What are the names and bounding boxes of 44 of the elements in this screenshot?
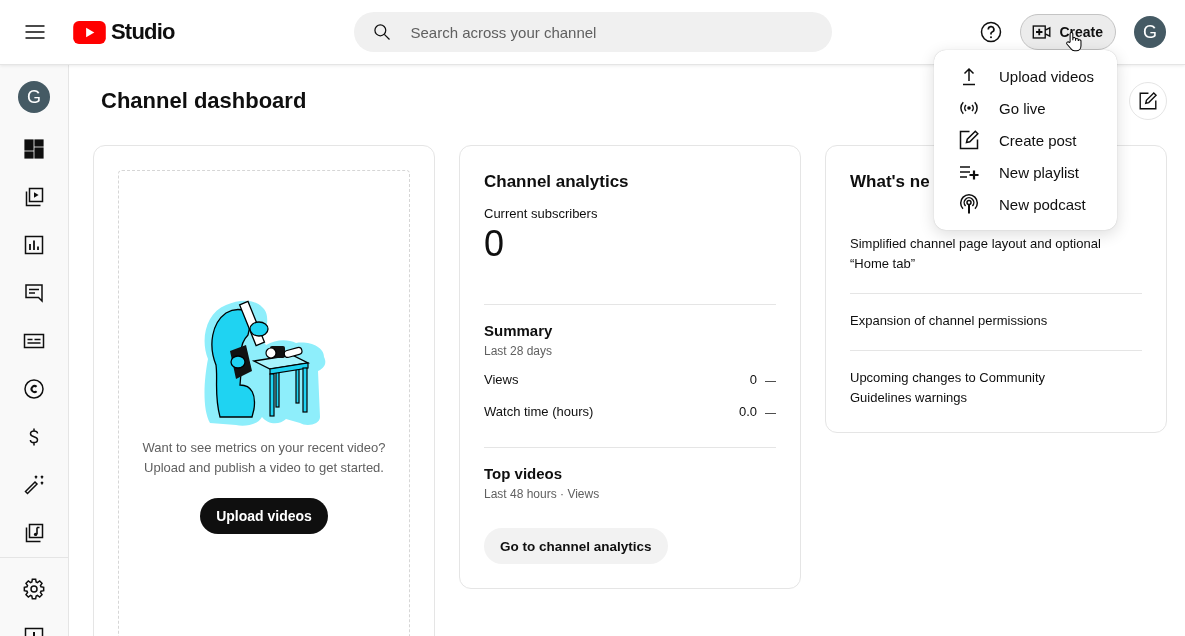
copyright-icon[interactable] (22, 377, 46, 401)
card-title: What's ne (850, 171, 930, 193)
subscriber-count: 0 (484, 224, 505, 264)
metric-trend: — (765, 373, 776, 388)
page-title: Channel dashboard (101, 88, 307, 114)
logo-text[interactable]: Studio (111, 18, 175, 46)
create-button[interactable]: Create (1020, 14, 1116, 50)
menu-item[interactable]: Upload videos (934, 60, 1117, 92)
metric-label: Watch time (hours) (484, 403, 594, 421)
menu-item[interactable]: Go live (934, 92, 1117, 124)
menu-item[interactable]: New podcast (934, 188, 1117, 220)
section-period: Last 28 days (484, 343, 553, 360)
dashboard-icon[interactable] (22, 137, 46, 161)
settings-icon[interactable] (22, 577, 46, 601)
news-item-link[interactable]: Expansion of channel permissions (850, 311, 1105, 331)
play-logo-icon[interactable] (73, 20, 106, 44)
section-period: Last 48 hours · Views (484, 486, 600, 503)
metric-label: Views (484, 371, 519, 389)
help-icon[interactable] (979, 20, 1004, 44)
metric-value: 0 (749, 371, 757, 389)
section-title: Summary (484, 321, 553, 341)
podcast-icon (957, 192, 981, 216)
search-field[interactable]: Search across your channel (353, 12, 832, 52)
section-title: Top videos (484, 464, 563, 484)
channel-avatar[interactable]: G (18, 81, 50, 113)
subscribers-label: Current subscribers (484, 205, 598, 223)
edit-button[interactable] (1129, 82, 1167, 120)
menu-item[interactable]: Create post (934, 124, 1117, 156)
search-icon (371, 22, 392, 42)
menu-item[interactable]: New playlist (934, 156, 1117, 188)
pencil-square-icon (957, 128, 981, 152)
empty-state-message: Want to see metrics on your recent video? Upload and publish a video to get started. (142, 439, 386, 477)
metric-value: 0.0 (738, 403, 757, 421)
comment-icon[interactable] (22, 281, 46, 305)
news-item-link[interactable]: Simplified channel page layout and optional “Home tab” (850, 234, 1105, 274)
metric-trend: — (765, 405, 776, 420)
bar-chart-icon[interactable] (22, 233, 46, 257)
analytics-button[interactable]: Go to channel analytics (484, 528, 668, 564)
pencil-square-icon (1137, 90, 1159, 112)
account-avatar[interactable]: G (1134, 16, 1166, 48)
magic-wand-icon[interactable] (22, 473, 46, 497)
news-item-link[interactable]: Upcoming changes to Community Guidelines warnings (850, 368, 1105, 408)
card-title: Channel analytics (484, 171, 629, 193)
upload-videos-button[interactable]: Upload videos (200, 498, 328, 534)
